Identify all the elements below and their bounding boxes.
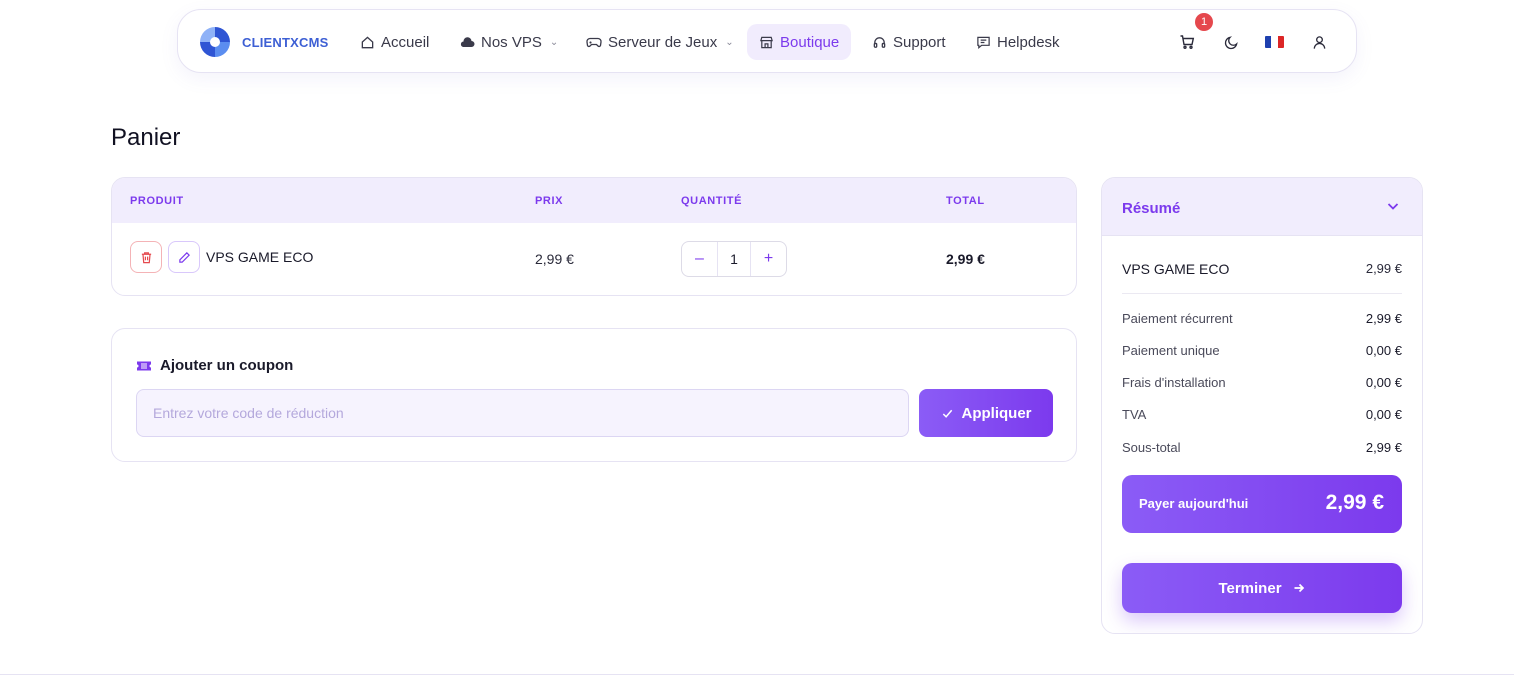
coupon-card: Ajouter un coupon Appliquer: [111, 328, 1077, 462]
nav-item-nos-vps[interactable]: Nos VPS ⌄: [447, 24, 570, 60]
order-summary: Résumé VPS GAME ECO 2,99 € Paiement récu…: [1101, 177, 1423, 634]
nav-label: Support: [893, 33, 946, 51]
check-icon: [942, 409, 952, 418]
language-flag-fr[interactable]: [1265, 36, 1284, 48]
finish-order-label: Terminer: [1218, 579, 1282, 597]
pay-today-label: Payer aujourd'hui: [1139, 496, 1249, 511]
remove-item-button[interactable]: [130, 241, 162, 273]
summary-line-label: Paiement récurrent: [1122, 311, 1233, 326]
apply-coupon-label: Appliquer: [961, 404, 1032, 422]
cart-table-header: PRODUIT PRIX QUANTITÉ TOTAL: [112, 178, 1076, 223]
summary-line-subtotal: Sous-total 2,99 €: [1122, 440, 1402, 455]
pay-today-box: Payer aujourd'hui 2,99 €: [1122, 475, 1402, 533]
store-icon: [760, 36, 773, 48]
quantity-value[interactable]: 1: [717, 242, 751, 276]
quantity-increase-button[interactable]: +: [751, 242, 786, 276]
edit-item-button[interactable]: [168, 241, 200, 273]
top-navbar: CLIENTXCMS Accueil Nos VPS ⌄ Serveur de …: [177, 9, 1357, 73]
trash-icon: [141, 251, 151, 263]
cart-icon: [1180, 35, 1195, 50]
summary-line-setup-fee: Frais d'installation 0,00 €: [1122, 375, 1402, 390]
headset-icon: [873, 36, 886, 48]
chevron-down-icon: ⌄: [549, 36, 559, 48]
summary-line-value: 0,00 €: [1365, 407, 1402, 422]
nav-label: Nos VPS: [481, 33, 542, 51]
message-icon: [977, 36, 990, 49]
chevron-down-icon: ⌄: [725, 36, 734, 48]
cart-button[interactable]: [1176, 31, 1198, 53]
summary-product-price: 2,99 €: [1365, 261, 1402, 276]
summary-title: Résumé: [1122, 200, 1181, 217]
logo[interactable]: CLIENTXCMS: [198, 25, 329, 59]
summary-line-label: Sous-total: [1122, 440, 1181, 455]
column-header-product: PRODUIT: [130, 195, 184, 207]
cart-count-badge: 1: [1195, 13, 1213, 31]
coupon-code-input[interactable]: [136, 389, 909, 437]
summary-line-recurring: Paiement récurrent 2,99 €: [1122, 311, 1402, 326]
theme-toggle-button[interactable]: [1220, 31, 1242, 53]
page-title: Panier: [111, 124, 181, 151]
cloud-icon: [460, 37, 475, 47]
summary-line-value: 2,99 €: [1365, 311, 1402, 326]
logo-text: CLIENTXCMS: [242, 34, 329, 50]
column-header-price: PRIX: [535, 195, 564, 207]
gamepad-icon: [586, 37, 602, 48]
logo-icon: [199, 26, 231, 58]
summary-line-label: Paiement unique: [1122, 343, 1220, 358]
column-header-total: TOTAL: [946, 195, 985, 207]
summary-line-value: 0,00 €: [1365, 375, 1402, 390]
ticket-icon: [137, 361, 151, 370]
column-header-quantity: QUANTITÉ: [681, 195, 743, 207]
user-icon: [1313, 35, 1325, 49]
product-price: 2,99 €: [535, 251, 574, 267]
summary-product-name: VPS GAME ECO: [1122, 261, 1230, 277]
summary-divider: [1122, 293, 1402, 294]
coupon-heading: Ajouter un coupon: [136, 357, 293, 374]
cart-table: PRODUIT PRIX QUANTITÉ TOTAL VPS GAME ECO…: [111, 177, 1077, 296]
nav-label: Accueil: [381, 33, 430, 51]
account-button[interactable]: [1308, 31, 1330, 53]
summary-line-value: 2,99 €: [1365, 440, 1402, 455]
nav-item-helpdesk[interactable]: Helpdesk: [964, 24, 1072, 60]
quantity-stepper: – 1 +: [681, 241, 787, 277]
summary-line-tax: TVA 0,00 €: [1122, 407, 1402, 422]
apply-coupon-button[interactable]: Appliquer: [919, 389, 1053, 437]
pencil-icon: [178, 251, 190, 263]
summary-line-one-time: Paiement unique 0,00 €: [1122, 343, 1402, 358]
nav-label: Serveur de Jeux: [608, 33, 718, 51]
nav-label: Boutique: [780, 33, 840, 51]
row-total: 2,99 €: [946, 251, 985, 267]
nav-item-boutique[interactable]: Boutique: [747, 24, 852, 60]
nav-item-accueil[interactable]: Accueil: [348, 24, 441, 60]
quantity-decrease-button[interactable]: –: [682, 242, 717, 276]
summary-header[interactable]: Résumé: [1102, 178, 1422, 236]
summary-product-line: VPS GAME ECO 2,99 €: [1122, 261, 1402, 277]
finish-order-button[interactable]: Terminer: [1122, 563, 1402, 613]
pay-today-amount: 2,99 €: [1325, 491, 1384, 514]
table-row: VPS GAME ECO 2,99 € – 1 + 2,99 €: [112, 223, 1076, 295]
summary-line-label: Frais d'installation: [1122, 375, 1226, 390]
chevron-down-icon: [1387, 203, 1399, 210]
arrow-right-icon: [1294, 583, 1304, 593]
summary-line-label: TVA: [1122, 407, 1147, 422]
nav-item-serveur-de-jeux[interactable]: Serveur de Jeux ⌄: [574, 24, 746, 60]
coupon-title: Ajouter un coupon: [160, 357, 294, 374]
nav-label: Helpdesk: [997, 33, 1060, 51]
nav-item-support[interactable]: Support: [860, 24, 958, 60]
summary-line-value: 0,00 €: [1365, 343, 1402, 358]
moon-icon: [1224, 35, 1238, 49]
product-name: VPS GAME ECO: [206, 249, 314, 265]
home-icon: [361, 35, 374, 48]
